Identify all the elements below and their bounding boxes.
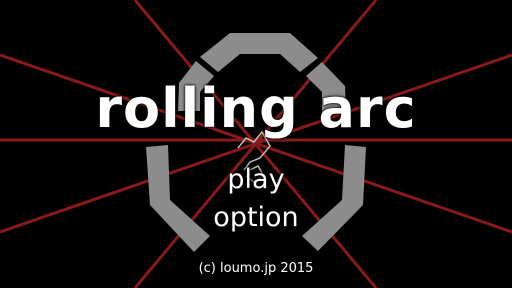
background-graphics bbox=[0, 0, 512, 288]
play-button[interactable]: play bbox=[0, 166, 512, 193]
arc-segment-lower-right bbox=[302, 145, 366, 251]
game-title: rolling arc bbox=[95, 77, 417, 140]
option-button[interactable]: option bbox=[0, 204, 512, 231]
arc-segment-top bbox=[200, 33, 318, 72]
copyright-text: (c) loumo.jp 2015 bbox=[198, 261, 314, 276]
game-screen: rolling arc play option (c) loumo.jp 201… bbox=[0, 0, 512, 288]
